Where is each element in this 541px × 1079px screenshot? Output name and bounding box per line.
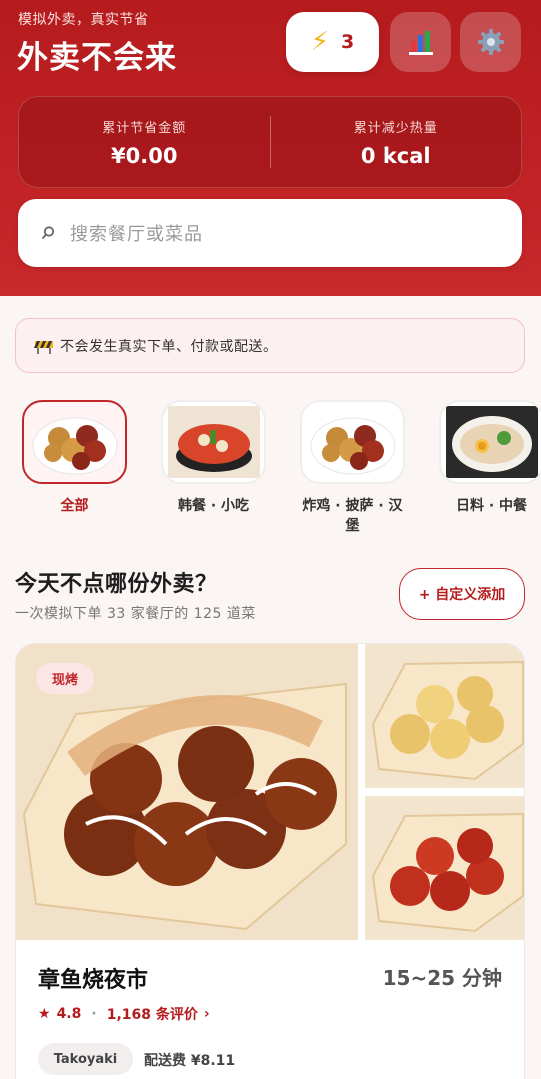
category-chicken-pizza-burger[interactable]: 炸鸡 · 披萨 · 汉堡 bbox=[300, 400, 405, 536]
saved-amount-label: 累计节省金额 bbox=[102, 120, 187, 136]
category-label: 炸鸡 · 披萨 · 汉堡 bbox=[302, 498, 403, 534]
search-input[interactable]: 搜索餐厅或菜品 bbox=[18, 199, 522, 267]
category-image bbox=[22, 400, 127, 484]
category-korean-snacks[interactable]: 韩餐 · 小吃 bbox=[161, 400, 266, 516]
custom-add-button[interactable]: + 自定义添加 bbox=[399, 568, 525, 620]
chevron-right-icon: › bbox=[203, 1006, 210, 1022]
rating-value: 4.8 bbox=[56, 1006, 82, 1022]
category-all[interactable]: 全部 bbox=[22, 400, 127, 516]
category-label: 韩餐 · 小吃 bbox=[177, 498, 250, 514]
calories-stat: 累计减少热量 0 kcal bbox=[271, 117, 522, 168]
restaurant-side-photo bbox=[365, 644, 524, 788]
stats-button[interactable] bbox=[390, 12, 451, 72]
app-tagline: 模拟外卖，真实节省 bbox=[18, 12, 149, 28]
restaurant-card[interactable]: 现烤 章鱼烧夜市 15~25 分钟 ★ 4.8 · 1,168 条评价 › Ta… bbox=[15, 643, 525, 1079]
review-count: 1,168 条评价 bbox=[106, 1007, 198, 1023]
category-label: 日料 · 中餐 bbox=[455, 498, 528, 514]
cheese-takoyaki-photo bbox=[365, 644, 524, 788]
saved-amount-stat: 累计节省金额 ¥0.00 bbox=[19, 117, 270, 168]
streak-button[interactable]: ⚡ 3 bbox=[286, 12, 379, 72]
kimchi-stew-icon bbox=[167, 406, 260, 478]
category-image bbox=[439, 400, 541, 484]
rating-row[interactable]: ★ 4.8 · 1,168 条评价 › bbox=[38, 1004, 210, 1024]
category-label: 全部 bbox=[60, 498, 89, 514]
bar-chart-icon bbox=[408, 31, 433, 55]
star-icon: ★ bbox=[38, 1006, 51, 1022]
settings-button[interactable] bbox=[460, 12, 521, 72]
category-image bbox=[161, 400, 266, 484]
savings-summary-card: 累计节省金额 ¥0.00 累计减少热量 0 kcal bbox=[18, 96, 522, 188]
gear-icon bbox=[477, 29, 504, 55]
restaurant-name: 章鱼烧夜市 bbox=[38, 968, 149, 993]
fried-chicken-icon bbox=[32, 417, 117, 475]
ramen-icon bbox=[445, 406, 538, 478]
cuisine-chip: Takoyaki bbox=[38, 1043, 133, 1075]
restaurant-tag-badge: 现烤 bbox=[36, 663, 94, 694]
search-placeholder: 搜索餐厅或菜品 bbox=[70, 224, 203, 245]
search-icon bbox=[42, 226, 55, 239]
lightning-icon: ⚡ bbox=[310, 27, 330, 57]
separator-dot: · bbox=[91, 1006, 97, 1022]
restaurant-side-photo bbox=[365, 796, 524, 940]
spicy-takoyaki-photo bbox=[365, 796, 524, 940]
category-japanese-chinese[interactable]: 日料 · 中餐 bbox=[439, 400, 541, 516]
disclaimer-notice: 不会发生真实下单、付款或配送。 bbox=[15, 318, 525, 373]
saved-amount-value: ¥0.00 bbox=[111, 143, 178, 168]
delivery-fee: 配送费 ¥8.11 bbox=[144, 1053, 236, 1069]
construction-barrier-icon bbox=[34, 340, 53, 354]
category-image bbox=[300, 400, 405, 484]
section-title: 今天不点哪份外卖？ bbox=[15, 572, 218, 597]
section-subtitle: 一次模拟下单 33 家餐厅的 125 道菜 bbox=[15, 606, 256, 622]
fried-chicken-icon bbox=[310, 417, 395, 475]
app-title: 外卖不会来 bbox=[17, 40, 177, 76]
calories-label: 累计减少热量 bbox=[353, 120, 438, 136]
calories-value: 0 kcal bbox=[360, 143, 431, 168]
streak-count: 3 bbox=[341, 31, 355, 53]
disclaimer-text: 不会发生真实下单、付款或配送。 bbox=[60, 338, 278, 355]
delivery-eta: 15~25 分钟 bbox=[382, 966, 502, 990]
